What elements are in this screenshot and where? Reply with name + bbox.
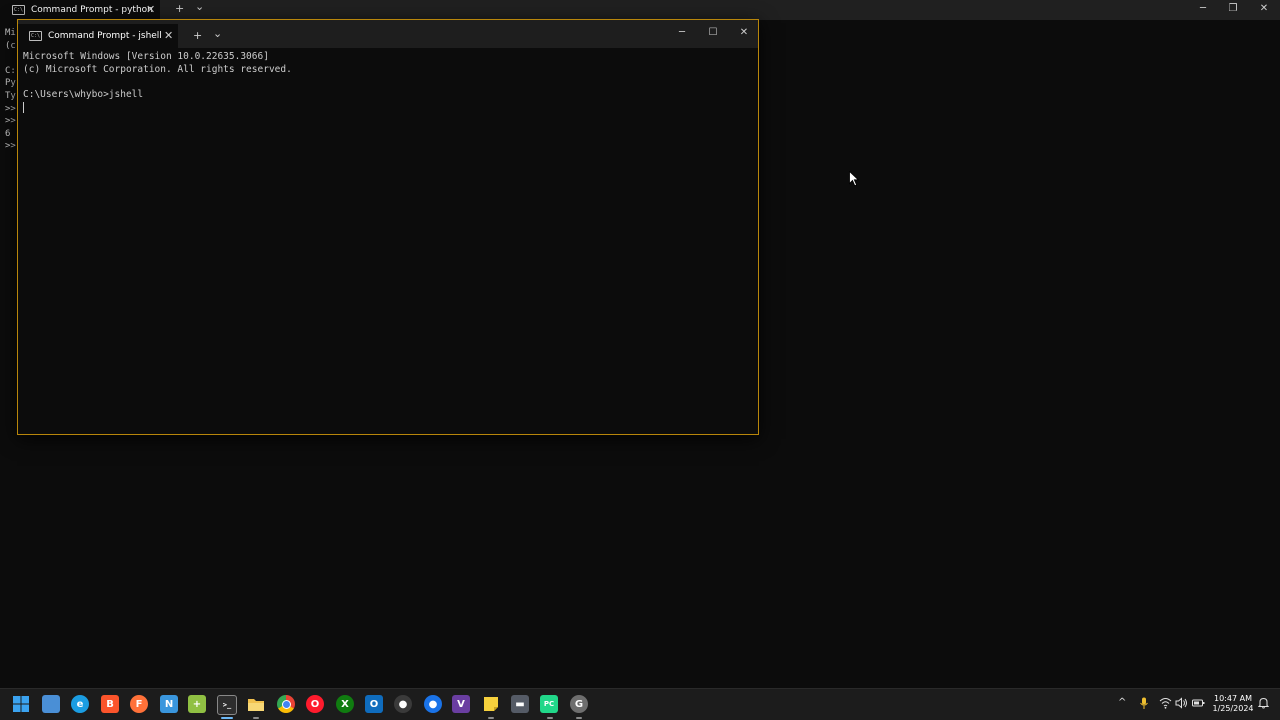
- chat-bubble-icon[interactable]: ●: [424, 695, 442, 713]
- running-app-indicator: [576, 717, 582, 719]
- edge-icon[interactable]: e: [71, 695, 89, 713]
- mouse-pointer-icon: [849, 171, 859, 187]
- background-output-line: [5, 52, 16, 65]
- github-icon[interactable]: G: [570, 695, 588, 713]
- background-output-line: >>: [5, 141, 16, 152]
- tab-title: Command Prompt - jshell: [48, 31, 162, 41]
- input-line[interactable]: [23, 102, 292, 116]
- terminal-icon[interactable]: >_: [217, 695, 237, 715]
- background-output-line: (c: [5, 40, 16, 51]
- output-line: C:\Users\whybo>jshell: [23, 89, 144, 101]
- background-output-line: >>: [5, 116, 16, 127]
- tab-dropdown-button[interactable]: ⌄: [195, 0, 204, 13]
- terminal-tab-icon: C:\: [29, 31, 42, 41]
- foreground-tab-bar: C:\ Command Prompt - jshell ✕ + ⌄ ─ ☐ ✕: [18, 20, 758, 48]
- close-window-button[interactable]: ✕: [1254, 3, 1274, 14]
- brave-icon[interactable]: B: [101, 695, 119, 713]
- background-tab-bar: C:\ Command Prompt - python ✕ + ⌄ ─ ❐ ✕: [0, 0, 1280, 20]
- running-app-indicator: [488, 717, 494, 719]
- tab-command-prompt-python[interactable]: C:\ Command Prompt - python ✕: [0, 0, 160, 20]
- minimize-button[interactable]: ─: [1193, 3, 1213, 14]
- background-output-line: 6: [5, 128, 11, 139]
- notification-bell-icon[interactable]: [1257, 697, 1270, 712]
- background-terminal-output: Mi (c C: Py Ty >> >> 6 >>: [5, 27, 16, 153]
- terminal-output[interactable]: Microsoft Windows [Version 10.0.22635.30…: [23, 51, 292, 116]
- recorder-icon[interactable]: ●: [394, 695, 412, 713]
- pycharm-icon[interactable]: PC: [540, 695, 558, 713]
- restore-button[interactable]: ❐: [1223, 3, 1243, 14]
- new-tab-button[interactable]: +: [175, 2, 184, 15]
- close-tab-icon[interactable]: ✕: [164, 29, 173, 42]
- xbox-icon[interactable]: X: [336, 695, 354, 713]
- clock-time: 10:47 AM: [1214, 694, 1252, 703]
- widgets-icon[interactable]: [42, 695, 60, 713]
- windows-logo-icon[interactable]: [12, 695, 30, 713]
- app-tile-icon[interactable]: ▬: [511, 695, 529, 713]
- folder-icon[interactable]: [247, 695, 265, 713]
- notepad-icon[interactable]: N: [160, 695, 178, 713]
- chrome-icon[interactable]: [277, 695, 295, 713]
- tab-command-prompt-jshell[interactable]: C:\ Command Prompt - jshell ✕: [18, 24, 178, 48]
- background-output-line: >>: [5, 103, 16, 114]
- terminal-tab-icon: C:\: [12, 5, 25, 15]
- show-hidden-icons-chevron-icon[interactable]: ^: [1118, 697, 1126, 708]
- mic-icon[interactable]: [1139, 697, 1149, 713]
- text-cursor: [23, 102, 24, 114]
- background-output-line: Ty: [5, 90, 16, 101]
- clock-date: 1/25/2024: [1212, 704, 1254, 713]
- new-tab-button[interactable]: +: [193, 29, 202, 42]
- close-window-button[interactable]: ✕: [734, 27, 754, 38]
- firefox-icon[interactable]: F: [130, 695, 148, 713]
- battery-icon[interactable]: [1192, 697, 1205, 712]
- close-tab-icon[interactable]: ✕: [146, 3, 155, 16]
- foreground-terminal-window[interactable]: C:\ Command Prompt - jshell ✕ + ⌄ ─ ☐ ✕ …: [17, 19, 759, 435]
- tab-dropdown-button[interactable]: ⌄: [213, 27, 222, 40]
- maximize-button[interactable]: ☐: [703, 27, 723, 38]
- output-line: (c) Microsoft Corporation. All rights re…: [23, 63, 292, 75]
- speaker-icon[interactable]: [1175, 697, 1188, 712]
- tab-title: Command Prompt - python: [31, 5, 153, 15]
- wifi-icon[interactable]: [1159, 697, 1172, 712]
- notepad-plus-icon[interactable]: +: [188, 695, 206, 713]
- system-clock[interactable]: 10:47 AM 1/25/2024: [1208, 694, 1258, 714]
- background-output-line: C:: [5, 65, 16, 76]
- background-output-line: Mi: [5, 28, 16, 38]
- sticky-note-icon[interactable]: [482, 695, 500, 713]
- running-app-indicator: [221, 717, 233, 719]
- taskbar: e B F N + >_ O X O ● ● V ▬ PC G ^ 10:47 AM 1/25/2024: [0, 688, 1280, 720]
- visual-studio-icon[interactable]: V: [452, 695, 470, 713]
- output-line: Microsoft Windows [Version 10.0.22635.30…: [23, 51, 269, 62]
- running-app-indicator: [253, 717, 259, 719]
- running-app-indicator: [547, 717, 553, 719]
- background-output-line: Py: [5, 78, 16, 89]
- opera-icon[interactable]: O: [306, 695, 324, 713]
- outlook-icon[interactable]: O: [365, 695, 383, 713]
- minimize-button[interactable]: ─: [672, 27, 692, 38]
